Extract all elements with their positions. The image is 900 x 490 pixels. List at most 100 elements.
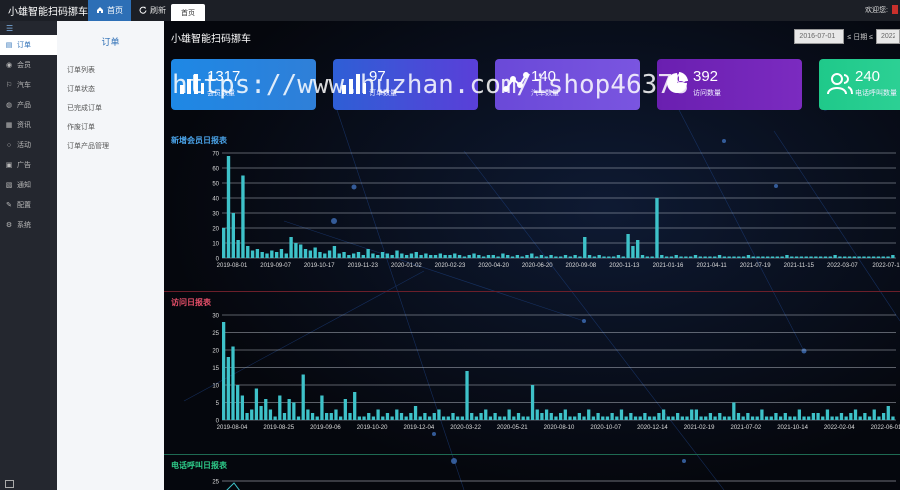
x-tick-label: 2020-12-14 <box>637 425 668 431</box>
bar <box>462 256 467 258</box>
stat-card-cars[interactable]: 140 汽车数量 <box>495 59 640 110</box>
bar <box>510 256 515 258</box>
date-from-input[interactable] <box>794 29 845 44</box>
sidebar-item-ad[interactable]: ▣ 广告 <box>0 155 57 175</box>
date-to-input[interactable] <box>876 29 900 44</box>
bar <box>515 255 520 258</box>
bar <box>438 253 443 258</box>
bar <box>413 406 418 420</box>
bar <box>774 413 778 420</box>
bar <box>679 256 683 258</box>
bar <box>486 255 491 258</box>
x-tick-label: 2020-09-08 <box>565 263 596 269</box>
image-icon[interactable] <box>5 480 14 488</box>
stat-cards: 1317 会员数量 97 订单数量 140 汽车数量 392 访问数量 240 … <box>171 59 900 110</box>
x-tick-label: 2020-05-21 <box>497 425 528 431</box>
stat-card-visits[interactable]: 392 访问数量 <box>657 59 802 110</box>
bar <box>347 255 351 258</box>
user-menu-icon[interactable] <box>892 5 898 14</box>
bar <box>807 416 811 420</box>
sidebar-item-label: 产品 <box>17 102 31 109</box>
bar <box>516 413 521 420</box>
bar <box>334 409 338 420</box>
bar <box>797 409 801 420</box>
submenu-item-order-list[interactable]: 订单列表 <box>57 60 164 79</box>
bar <box>306 409 310 420</box>
bar <box>736 413 741 420</box>
bar <box>828 256 832 258</box>
bar <box>602 256 606 258</box>
news-icon: ▦ <box>5 122 13 129</box>
bar <box>465 371 469 420</box>
bar <box>790 256 794 258</box>
sidebar-item-order[interactable]: ▤ 订单 <box>0 35 57 55</box>
bar <box>474 416 479 420</box>
bar <box>472 253 476 258</box>
car-icon: ⚐ <box>5 82 13 89</box>
bar <box>400 253 404 258</box>
sidebar-item-system[interactable]: ⚙ 系统 <box>0 215 57 235</box>
sidebar-item-member[interactable]: ◉ 会员 <box>0 55 57 75</box>
submenu-item-order-product[interactable]: 订单产品管理 <box>57 136 164 155</box>
stat-label: 电话呼叫数量 <box>855 90 897 97</box>
sidebar-item-config[interactable]: ✎ 配置 <box>0 195 57 215</box>
bar <box>357 416 362 420</box>
sidebar-item-product[interactable]: ◍ 产品 <box>0 95 57 115</box>
submenu-item-voided[interactable]: 作废订单 <box>57 117 164 136</box>
bar <box>231 346 235 420</box>
bar <box>226 357 230 420</box>
x-tick-label: 2022-02-04 <box>824 425 855 431</box>
bar <box>823 256 828 258</box>
bar <box>694 409 699 420</box>
bar <box>259 406 263 420</box>
stat-card-members[interactable]: 1317 会员数量 <box>171 59 316 110</box>
menu-icon[interactable]: ☰ <box>0 21 57 35</box>
bar <box>512 416 516 420</box>
sidebar-item-activity[interactable]: ○ 活动 <box>0 135 57 155</box>
bar <box>241 175 245 258</box>
bar <box>766 256 770 258</box>
sidebar-item-notice[interactable]: ▧ 通知 <box>0 175 57 195</box>
ad-icon: ▣ <box>5 162 13 169</box>
bar <box>446 416 450 420</box>
bar <box>664 256 669 258</box>
bar <box>839 413 844 420</box>
bar <box>891 416 895 420</box>
bar <box>591 416 596 420</box>
bar <box>835 416 839 420</box>
bar <box>690 409 694 420</box>
bar <box>414 252 418 258</box>
bar <box>814 256 818 258</box>
bar <box>858 416 862 420</box>
bar <box>587 409 591 420</box>
bar <box>279 249 284 258</box>
bar <box>303 249 308 258</box>
bar <box>669 256 674 258</box>
bar <box>783 413 787 420</box>
y-tick-label: 30 <box>212 212 219 218</box>
tab-home[interactable]: 首页 <box>171 4 205 21</box>
x-tick-label: 2020-06-20 <box>522 263 553 269</box>
stat-card-calls[interactable]: 240 电话呼叫数量 <box>819 59 900 110</box>
sidebar-item-car[interactable]: ⚐ 汽车 <box>0 75 57 95</box>
sidebar-item-news[interactable]: ▦ 资讯 <box>0 115 57 135</box>
submenu-item-completed[interactable]: 已完成订单 <box>57 98 164 117</box>
bar <box>273 416 277 420</box>
bar <box>501 253 505 258</box>
bar <box>629 413 633 420</box>
bar <box>693 255 698 258</box>
stat-card-orders[interactable]: 97 订单数量 <box>333 59 478 110</box>
bar <box>597 255 601 258</box>
divider <box>164 291 900 292</box>
bar <box>643 413 647 420</box>
bar <box>371 416 376 420</box>
notice-icon: ▧ <box>5 182 13 189</box>
bar <box>799 256 804 258</box>
bar <box>605 416 610 420</box>
bar <box>619 409 624 420</box>
nav-home[interactable]: 首页 <box>88 0 131 21</box>
nav-refresh[interactable]: 刷新 <box>131 0 174 21</box>
bar <box>809 256 813 258</box>
submenu-item-order-status[interactable]: 订单状态 <box>57 79 164 98</box>
stat-value: 1317 <box>207 68 241 85</box>
